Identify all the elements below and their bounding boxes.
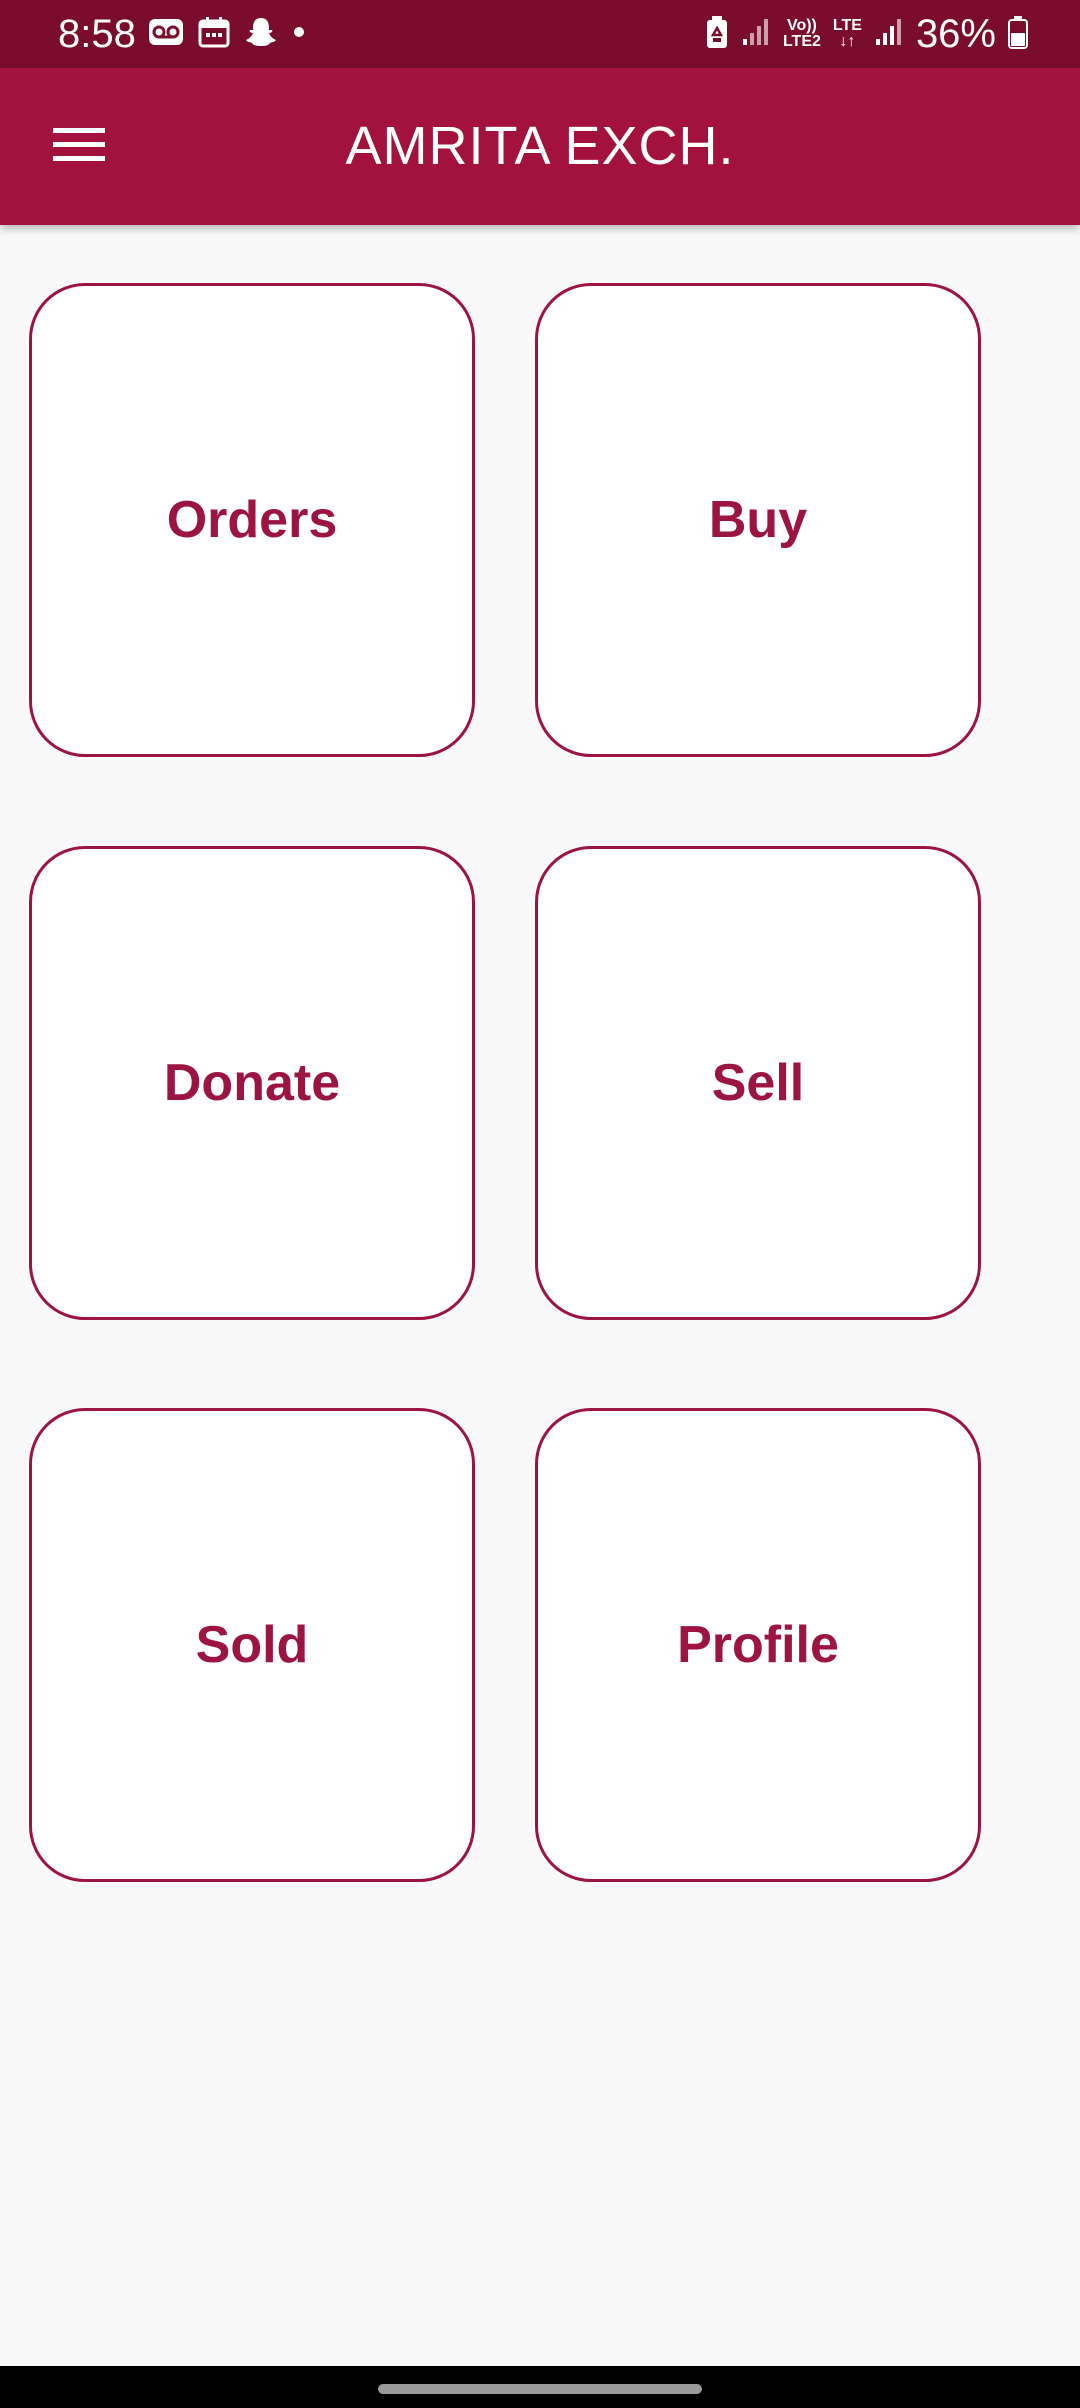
app-title: AMRITA EXCH. xyxy=(345,116,735,176)
orders-tile[interactable]: Orders xyxy=(29,283,475,757)
donate-label: Donate xyxy=(163,1054,341,1112)
signal-icon-sim1 xyxy=(741,17,771,52)
sell-tile[interactable]: Sell xyxy=(535,846,981,1320)
snapchat-icon xyxy=(244,15,278,54)
volte-label: Vo)) xyxy=(786,17,817,34)
data-arrows-icon: ↓↑ xyxy=(839,33,856,50)
sold-tile[interactable]: Sold xyxy=(29,1408,475,1882)
profile-tile[interactable]: Profile xyxy=(535,1408,981,1882)
battery-icon xyxy=(1008,15,1028,54)
voicemail-icon xyxy=(148,18,184,51)
home-gesture-handle[interactable] xyxy=(378,2384,702,2394)
buy-tile[interactable]: Buy xyxy=(535,283,981,757)
status-time: 8:58 xyxy=(58,12,136,56)
hamburger-menu-icon xyxy=(53,126,105,169)
signal-icon-sim2 xyxy=(874,17,904,52)
notification-dot-icon xyxy=(292,25,306,44)
lte2-label: LTE2 xyxy=(782,33,821,50)
volte-indicator: Vo)) LTE2 xyxy=(783,18,821,50)
lte-indicator: LTE ↓↑ xyxy=(833,18,862,50)
app-bar: AMRITA EXCH. xyxy=(0,68,1080,225)
sell-label: Sell xyxy=(711,1054,805,1112)
sold-label: Sold xyxy=(195,1616,309,1674)
status-left-icons xyxy=(148,14,306,54)
status-bar: 8:58 Vo)) LTE2 LTE ↓↑ 36% xyxy=(0,0,1080,68)
menu-button[interactable] xyxy=(44,112,114,182)
donate-tile[interactable]: Donate xyxy=(29,846,475,1320)
battery-percent: 36% xyxy=(915,12,996,56)
buy-label: Buy xyxy=(708,491,808,549)
orders-label: Orders xyxy=(166,491,338,549)
profile-label: Profile xyxy=(677,1616,839,1674)
status-right-icons: Vo)) LTE2 LTE ↓↑ 36% xyxy=(705,10,1028,58)
calendar-icon xyxy=(198,16,230,53)
lte-label: LTE xyxy=(832,17,862,34)
battery-saver-icon xyxy=(705,15,729,54)
system-nav-bar xyxy=(0,2366,1080,2408)
